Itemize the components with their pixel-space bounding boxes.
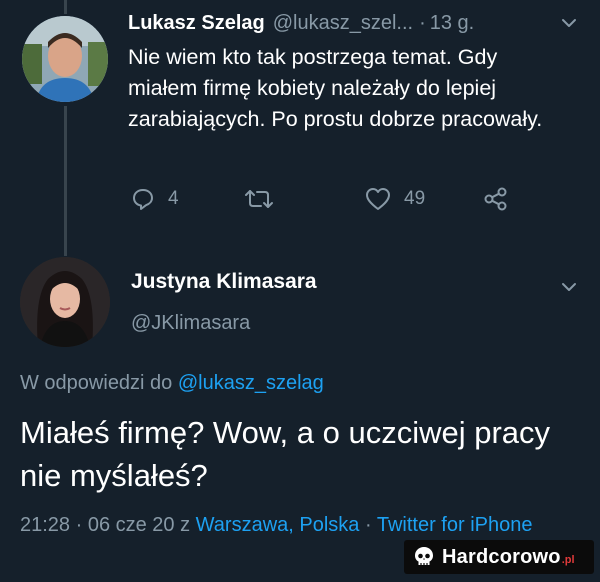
reply-context: W odpowiedzi do @lukasz_szelag: [20, 372, 324, 395]
tweet-text: Nie wiem kto tak postrzega temat. Gdy mi…: [128, 45, 543, 131]
chevron-down-icon[interactable]: [560, 14, 578, 32]
tweet-meta: 21:28 · 06 cze 20 z Warszawa, Polska · T…: [20, 510, 585, 540]
tweet-timestamp[interactable]: 21:28 · 06 cze 20 z: [20, 514, 196, 536]
tweet-time[interactable]: 13 g.: [430, 12, 474, 35]
skull-icon: [415, 547, 433, 565]
watermark-text: Hardcorowo: [442, 545, 561, 568]
author-handle[interactable]: @JKlimasara: [131, 312, 250, 335]
watermark-logo: Hardcorowo .pl: [404, 540, 594, 574]
like-button[interactable]: 49: [364, 186, 425, 212]
retweet-button[interactable]: [244, 186, 274, 212]
reply-icon: [133, 189, 153, 210]
like-count: 49: [404, 188, 426, 209]
meta-separator: ·: [359, 514, 377, 536]
tweet-text: Miałeś firmę? Wow, a o uczciwej pracy ni…: [20, 415, 551, 493]
avatar-lukasz[interactable]: [22, 16, 108, 102]
reply-count: 4: [168, 188, 179, 209]
reply-button[interactable]: 4: [130, 186, 179, 212]
chevron-down-icon[interactable]: [560, 278, 578, 296]
reply-to-link[interactable]: @lukasz_szelag: [178, 372, 324, 394]
tweet-header: Lukasz Szelag @lukasz_szel... · 13 g.: [128, 8, 582, 38]
separator-dot: ·: [419, 11, 426, 34]
author-name[interactable]: Lukasz Szelag: [128, 12, 265, 35]
avatar-justyna[interactable]: [20, 257, 110, 347]
location-link[interactable]: Warszawa, Polska: [196, 514, 360, 536]
source-link[interactable]: Twitter for iPhone: [377, 514, 533, 536]
heart-icon: [366, 188, 390, 210]
reply-prefix: W odpowiedzi do: [20, 372, 178, 394]
tweet-actions: 4 49: [128, 186, 528, 222]
author-handle[interactable]: @lukasz_szel...: [273, 12, 413, 35]
share-icon: [484, 187, 507, 211]
watermark-tld: .pl: [561, 554, 575, 566]
author-name[interactable]: Justyna Klimasara: [131, 270, 317, 294]
share-button[interactable]: [482, 186, 510, 212]
thread-connector-line: [64, 106, 67, 256]
retweet-icon: [245, 190, 273, 208]
thread-line-top: [64, 0, 67, 14]
